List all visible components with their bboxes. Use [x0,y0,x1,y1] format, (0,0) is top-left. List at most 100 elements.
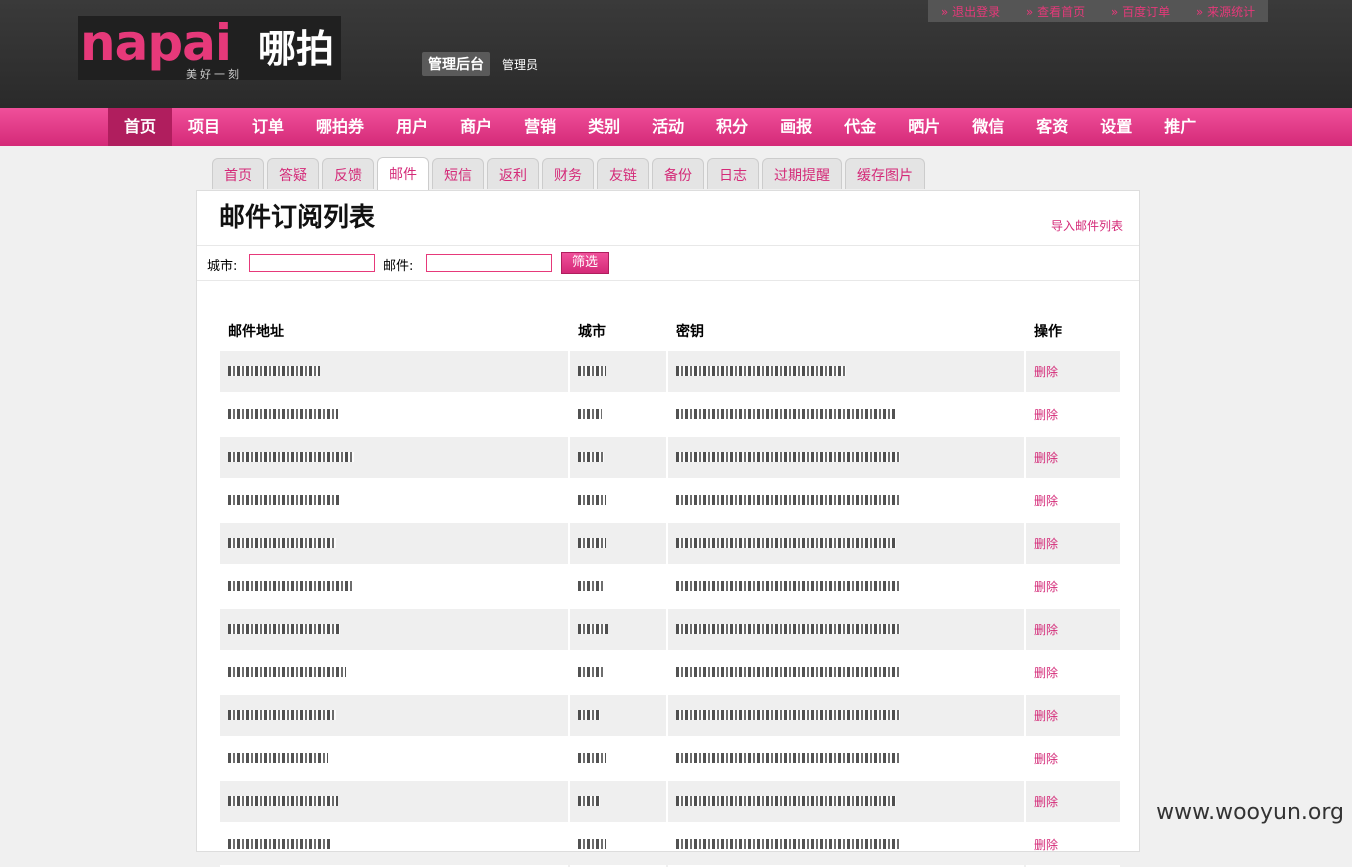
nav-item[interactable]: 代金 [828,108,892,146]
nav-item[interactable]: 客资 [1020,108,1084,146]
table-row: 删除 [220,609,1120,652]
sub-tabs: 首页 答疑 反馈 邮件 短信 返利 财务 友链 备份 日志 过期提醒 缓存图片 [212,157,928,190]
table-row: 删除 [220,781,1120,824]
nav-item[interactable]: 类别 [572,108,636,146]
sub-tab[interactable]: 财务 [542,158,594,189]
nav-item[interactable]: 晒片 [892,108,956,146]
delete-link[interactable]: 删除 [1026,781,1120,824]
key-cell [668,695,1024,738]
delete-link[interactable]: 删除 [1026,695,1120,738]
key-cell [668,824,1024,867]
table-row: 删除 [220,695,1120,738]
filter-bar: 城市: 邮件: 筛选 [197,245,1139,281]
delete-link[interactable]: 删除 [1026,480,1120,523]
nav-item[interactable]: 首页 [108,108,173,146]
nav-item[interactable]: 画报 [764,108,828,146]
redacted-text [228,365,320,376]
nav-item[interactable]: 积分 [700,108,764,146]
col-key: 密钥 [676,324,704,340]
sub-tab[interactable]: 邮件 [377,157,429,190]
sub-tab[interactable]: 友链 [597,158,649,189]
baidu-orders-link[interactable]: » 百度订单 [1111,3,1170,20]
filter-button[interactable]: 筛选 [561,252,609,274]
nav-item[interactable]: 哪拍券 [300,108,380,146]
nav-item[interactable]: 微信 [956,108,1020,146]
key-cell [668,609,1024,652]
header: napai 哪拍 美好一刻 管理后台 管理员 » 退出登录 » 查看首页 » 百… [0,0,1352,108]
import-email-list-link[interactable]: 导入邮件列表 [1051,217,1123,234]
source-stats-link[interactable]: » 来源统计 [1196,3,1255,20]
redacted-text [578,666,604,677]
delete-link[interactable]: 删除 [1026,652,1120,695]
delete-link[interactable]: 删除 [1026,738,1120,781]
redacted-text [228,752,328,763]
email-cell [220,652,568,695]
page-title: 邮件订阅列表 [219,203,376,233]
subscription-table: 邮件地址 城市 密钥 操作 删除 删除 删除 删除 删除 删除 删除 删除 删除 删除 删除 删除 [218,311,1122,867]
redacted-text [228,580,352,591]
redacted-text [578,451,604,462]
sub-tab[interactable]: 过期提醒 [762,158,842,189]
sub-tab[interactable]: 反馈 [322,158,374,189]
delete-link[interactable]: 删除 [1026,566,1120,609]
delete-link[interactable]: 删除 [1026,437,1120,480]
col-email: 邮件地址 [228,324,284,340]
delete-link[interactable]: 删除 [1026,394,1120,437]
redacted-text [228,795,338,806]
col-action: 操作 [1034,324,1062,340]
nav-item[interactable]: 商户 [444,108,508,146]
city-input[interactable] [249,254,375,272]
nav-item[interactable]: 订单 [236,108,300,146]
email-cell [220,351,568,394]
nav-item[interactable]: 推广 [1148,108,1212,146]
redacted-text [578,365,606,376]
key-cell [668,351,1024,394]
redacted-text [228,537,336,548]
email-cell [220,695,568,738]
view-home-link[interactable]: » 查看首页 [1026,3,1085,20]
delete-link[interactable]: 删除 [1026,523,1120,566]
nav-item[interactable]: 用户 [380,108,444,146]
sub-tab[interactable]: 返利 [487,158,539,189]
nav-item[interactable]: 营销 [508,108,572,146]
sub-tab[interactable]: 短信 [432,158,484,189]
city-cell [570,781,666,824]
email-cell [220,609,568,652]
sub-tab[interactable]: 答疑 [267,158,319,189]
redacted-text [676,666,900,677]
sub-tab[interactable]: 缓存图片 [845,158,925,189]
redacted-text [228,408,338,419]
main-nav: 首页 项目 订单 哪拍券 用户 商户 营销 类别 活动 积分 画报 代金 晒片 微信 客资 设置 推广 [0,108,1352,146]
redacted-text [676,795,896,806]
city-label: 城市: [207,259,238,274]
email-input[interactable] [426,254,552,272]
redacted-text [578,580,604,591]
city-cell [570,394,666,437]
city-cell [570,566,666,609]
nav-item[interactable]: 项目 [172,108,236,146]
redacted-text [228,451,354,462]
nav-item[interactable]: 活动 [636,108,700,146]
sub-tab[interactable]: 备份 [652,158,704,189]
nav-item[interactable]: 设置 [1084,108,1148,146]
email-cell [220,480,568,523]
city-cell [570,824,666,867]
city-cell [570,437,666,480]
table-row: 删除 [220,738,1120,781]
city-cell [570,480,666,523]
redacted-text [578,408,602,419]
sub-tab[interactable]: 日志 [707,158,759,189]
key-cell [668,781,1024,824]
redacted-text [578,623,608,634]
sub-tab[interactable]: 首页 [212,158,264,189]
delete-link[interactable]: 删除 [1026,824,1120,867]
redacted-text [676,580,900,591]
delete-link[interactable]: 删除 [1026,351,1120,394]
logo[interactable]: napai 哪拍 美好一刻 [78,14,341,81]
email-cell [220,566,568,609]
redacted-text [676,709,900,720]
logout-link[interactable]: » 退出登录 [941,3,1000,20]
delete-link[interactable]: 删除 [1026,609,1120,652]
city-cell [570,738,666,781]
redacted-text [676,451,900,462]
